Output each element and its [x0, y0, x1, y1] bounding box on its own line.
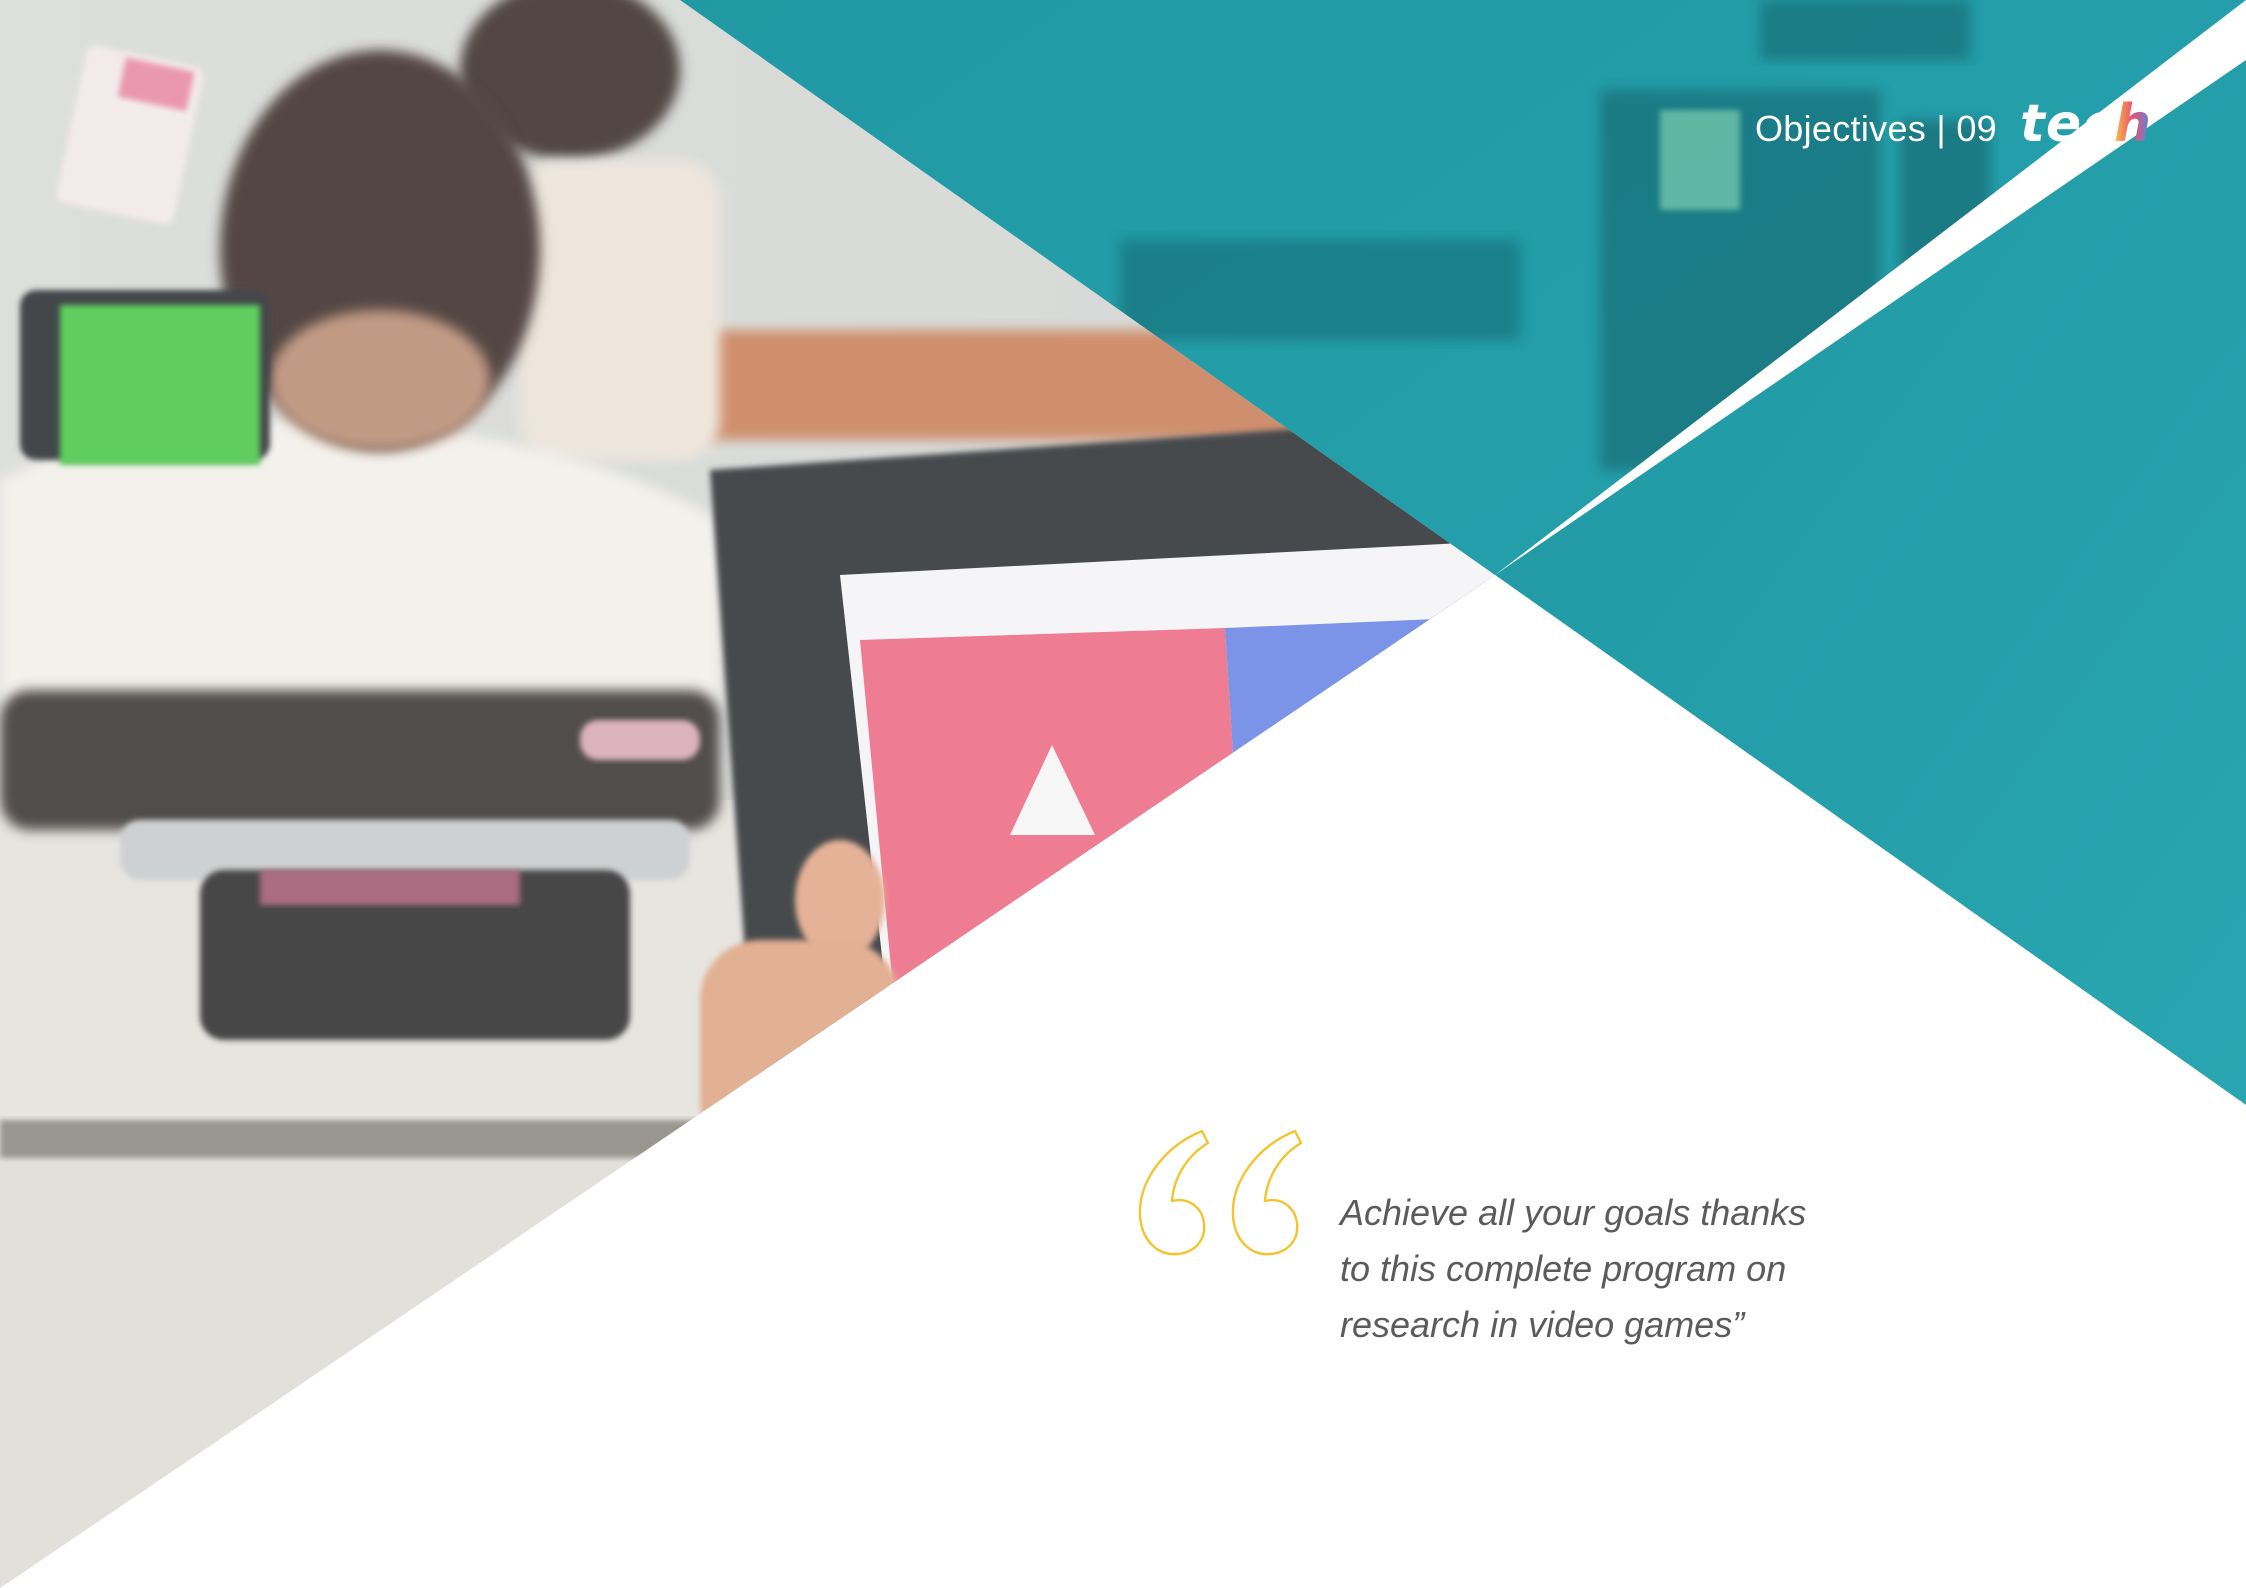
quote-block: Achieve all your goals thanks to this co… [1130, 1115, 1830, 1355]
quote-text: Achieve all your goals thanks to this co… [1340, 1192, 1807, 1345]
page-artwork [0, 0, 2246, 1588]
logo-main-text: tec [2020, 94, 2114, 154]
section-label: Objectives | 09 [1755, 108, 1997, 149]
page-header: Objectives | 09 tech [1740, 94, 2151, 160]
quote-open-icon [1138, 1129, 1303, 1256]
logo-last-letter: h [2113, 94, 2152, 154]
tech-logo: tech [2020, 94, 2152, 154]
